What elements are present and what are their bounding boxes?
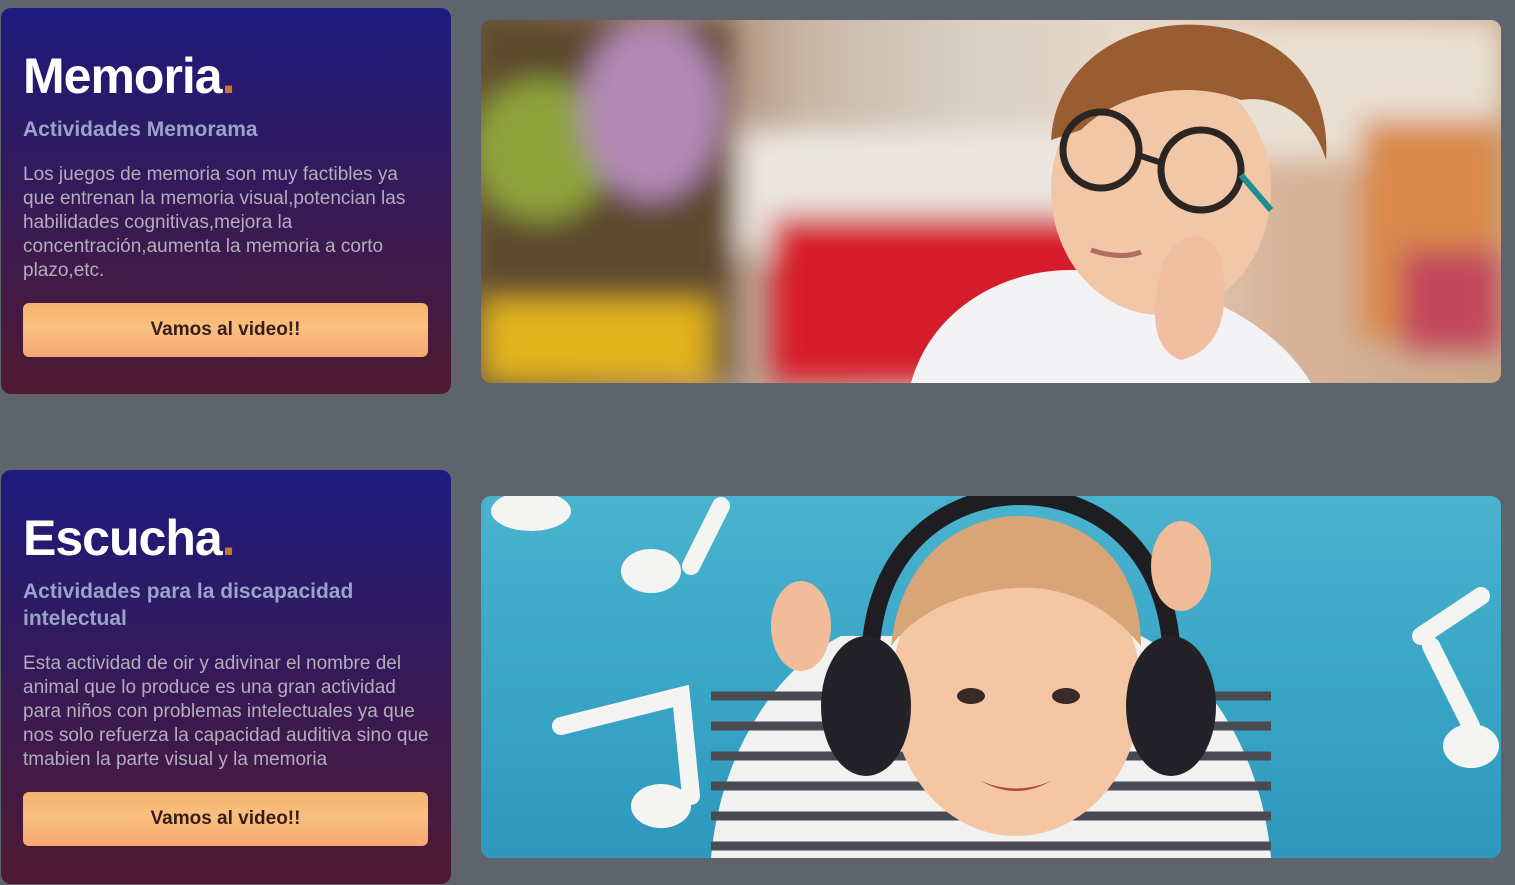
memoria-description: Los juegos de memoria son muy factibles … [23,164,406,281]
escucha-description: Esta actividad de oir y adivinar el nomb… [23,653,429,770]
memoria-subtitle: Actividades Memorama [23,118,258,141]
title-accent-dot: . [221,510,236,566]
escucha-photo-illustration [491,496,1499,858]
memoria-photo-illustration [481,20,1501,383]
memoria-card: Memoria. Actividades Memorama Los juegos… [1,8,451,394]
escucha-subtitle: Actividades para la discapacidad intelec… [23,580,354,630]
memoria-video-button[interactable]: Vamos al video!! [23,303,428,357]
escucha-title: Escucha. [23,510,236,566]
memoria-title: Memoria. [23,48,236,104]
escucha-photo-baby-headphones [481,496,1501,858]
title-accent-dot: . [221,48,236,104]
memoria-photo-boy-thinking [481,20,1501,383]
escucha-video-button[interactable]: Vamos al video!! [23,792,428,846]
escucha-card: Escucha. Actividades para la discapacida… [1,470,451,884]
